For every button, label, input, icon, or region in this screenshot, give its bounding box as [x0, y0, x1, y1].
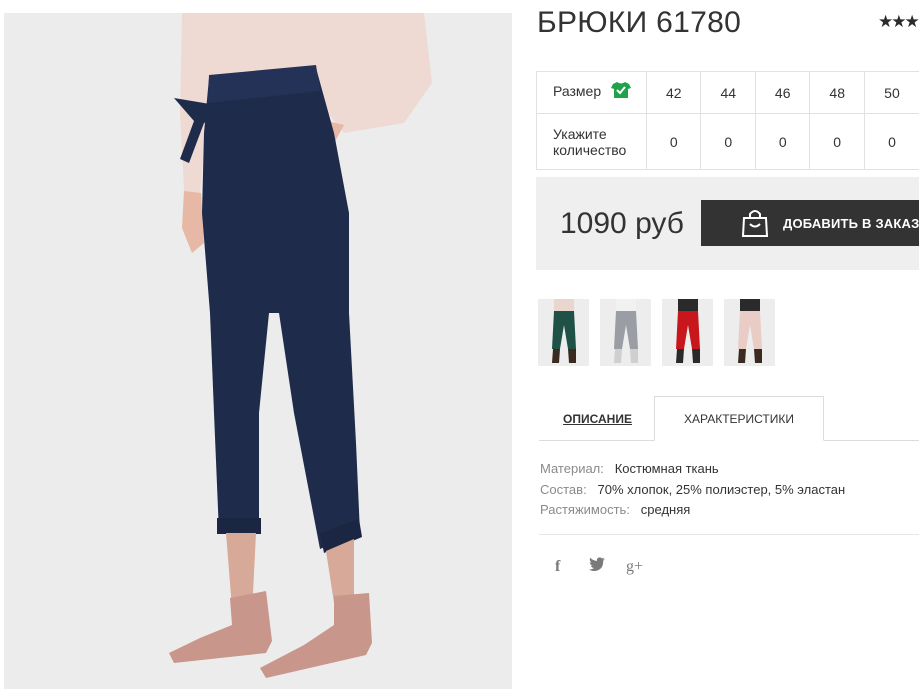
size-cell[interactable]: 48 [809, 71, 865, 114]
facebook-icon[interactable]: f [555, 558, 560, 576]
quantity-input[interactable]: 0 [809, 113, 865, 170]
size-cell[interactable]: 50 [863, 71, 919, 114]
size-row: Размер 42 44 46 48 50 [536, 71, 919, 114]
product-photo-illustration [4, 13, 512, 689]
size-cell[interactable]: 42 [645, 71, 702, 114]
characteristic-value: 70% хлопок, 25% полиэстер, 5% эластан [597, 481, 846, 497]
quantity-label-line2: количество [553, 141, 627, 158]
color-thumbnail-grey[interactable] [600, 299, 651, 366]
color-thumbnail-green[interactable] [538, 299, 589, 366]
tab-characteristics[interactable]: ХАРАКТЕРИСТИКИ [654, 396, 824, 441]
size-cell[interactable]: 46 [754, 71, 811, 114]
quantity-label-cell: Укажите количество [536, 113, 647, 170]
characteristic-key: Растяжимость: [540, 502, 630, 517]
product-photo[interactable] [4, 13, 512, 689]
size-label-cell: Размер [536, 71, 647, 114]
twitter-icon[interactable] [589, 557, 605, 576]
characteristic-row: Материал: Костюмная ткань [540, 459, 845, 480]
section-divider [539, 534, 919, 535]
thumbnail-image [662, 299, 713, 366]
size-cell[interactable]: 44 [700, 71, 756, 114]
shopping-bag-icon [741, 208, 769, 241]
googleplus-icon[interactable]: g+ [626, 558, 643, 576]
price: 1090 руб [560, 207, 684, 240]
characteristic-row: Растяжимость: средняя [540, 500, 845, 521]
quantity-row: Укажите количество 0 0 0 0 0 [536, 113, 919, 170]
characteristic-key: Материал: [540, 461, 604, 476]
thumbnail-image [538, 299, 589, 366]
quantity-input[interactable]: 0 [700, 113, 756, 170]
characteristic-value: средняя [640, 502, 691, 517]
rating-stars: ★★★ [878, 12, 919, 31]
quantity-input[interactable]: 0 [645, 113, 702, 170]
price-block: 1090 руб ДОБАВИТЬ В ЗАКАЗ [536, 177, 919, 270]
thumbnail-image [724, 299, 775, 366]
color-thumbnail-red[interactable] [662, 299, 713, 366]
characteristic-value: Костюмная ткань [614, 461, 719, 476]
characteristic-key: Состав: [540, 481, 587, 497]
add-to-order-label: ДОБАВИТЬ В ЗАКАЗ [783, 215, 919, 231]
size-label: Размер [553, 83, 602, 100]
characteristic-row: Состав: 70% хлопок, 25% полиэстер, 5% эл… [540, 480, 845, 501]
shirt-check-icon[interactable] [611, 81, 632, 102]
characteristics-list: Материал: Костюмная ткань Состав: 70% хл… [540, 459, 845, 521]
quantity-input[interactable]: 0 [863, 113, 919, 170]
add-to-order-button[interactable]: ДОБАВИТЬ В ЗАКАЗ [701, 200, 919, 246]
quantity-label-line1: Укажите [553, 125, 607, 142]
tab-description[interactable]: ОПИСАНИЕ [545, 396, 650, 441]
product-title: БРЮКИ 61780 [537, 6, 742, 39]
quantity-input[interactable]: 0 [754, 113, 811, 170]
size-quantity-table: Размер 42 44 46 48 50 Укажите количество… [536, 71, 919, 170]
thumbnail-image [600, 299, 651, 366]
color-thumbnail-pink[interactable] [724, 299, 775, 366]
